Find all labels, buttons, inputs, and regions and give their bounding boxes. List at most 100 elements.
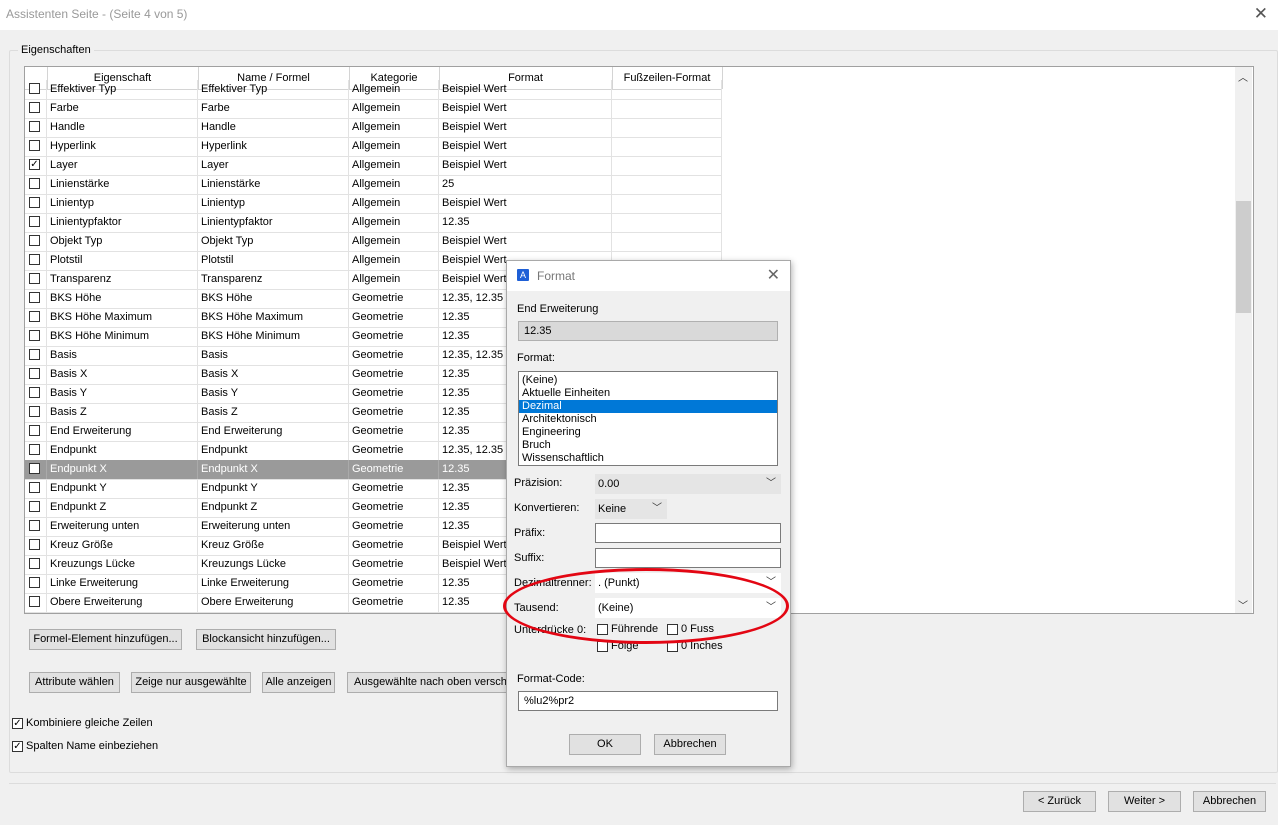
cell-fusszeilen-format[interactable] (612, 194, 722, 213)
cell-format[interactable]: Beispiel Wert (439, 118, 612, 137)
cell-eigenschaft[interactable]: Endpunkt Z (47, 498, 198, 517)
select-attributes-button[interactable]: Attribute wählen (29, 672, 120, 693)
cell-name-formel[interactable]: End Erweiterung (198, 422, 349, 441)
cell-kategorie[interactable]: Allgemein (349, 80, 439, 99)
ok-button[interactable]: OK (569, 734, 641, 755)
cell-eigenschaft[interactable]: BKS Höhe Maximum (47, 308, 198, 327)
cell-eigenschaft[interactable]: Linientypfaktor (47, 213, 198, 232)
cell-name-formel[interactable]: Linienstärke (198, 175, 349, 194)
cell-format[interactable]: 12.35 (439, 213, 612, 232)
move-selected-up-button[interactable]: Ausgewählte nach oben verschieben (347, 672, 509, 693)
cell-name-formel[interactable]: Obere Erweiterung (198, 593, 349, 612)
cell-fusszeilen-format[interactable] (612, 137, 722, 156)
cell-kategorie[interactable]: Allgemein (349, 156, 439, 175)
row-checkbox[interactable] (29, 197, 40, 208)
row-checkbox[interactable] (29, 425, 40, 436)
cell-name-formel[interactable]: Basis Z (198, 403, 349, 422)
leading-zero-checkbox[interactable] (597, 624, 608, 635)
cell-kategorie[interactable]: Geometrie (349, 327, 439, 346)
row-checkbox[interactable] (29, 539, 40, 550)
format-option[interactable]: (Keine) (519, 374, 777, 387)
dialog-close-icon[interactable]: ✕ (767, 265, 780, 285)
cell-kategorie[interactable]: Geometrie (349, 517, 439, 536)
cell-kategorie[interactable]: Allgemein (349, 99, 439, 118)
row-checkbox[interactable] (29, 444, 40, 455)
trailing-zero-checkbox[interactable] (597, 641, 608, 652)
cell-kategorie[interactable]: Geometrie (349, 422, 439, 441)
cell-name-formel[interactable]: Hyperlink (198, 137, 349, 156)
row-checkbox[interactable]: ✓ (29, 159, 40, 170)
row-checkbox[interactable] (29, 273, 40, 284)
cell-fusszeilen-format[interactable] (612, 99, 722, 118)
cell-eigenschaft[interactable]: Basis Y (47, 384, 198, 403)
cell-fusszeilen-format[interactable] (612, 232, 722, 251)
table-row[interactable]: Linientypfaktor Linientypfaktor Allgemein 1… (25, 213, 722, 233)
cell-name-formel[interactable]: Kreuzungs Lücke (198, 555, 349, 574)
row-checkbox[interactable] (29, 558, 40, 569)
cell-kategorie[interactable]: Geometrie (349, 498, 439, 517)
decimal-separator-dropdown[interactable]: . (Punkt) ﹀ (595, 573, 781, 593)
convert-dropdown[interactable]: Keine ﹀ (595, 499, 667, 519)
table-row[interactable]: Farbe Farbe Allgemein Beispiel Wert (25, 99, 722, 119)
cell-format[interactable]: Beispiel Wert (439, 80, 612, 99)
cell-name-formel[interactable]: BKS Höhe (198, 289, 349, 308)
cell-eigenschaft[interactable]: Basis X (47, 365, 198, 384)
cell-kategorie[interactable]: Allgemein (349, 137, 439, 156)
cell-name-formel[interactable]: Basis (198, 346, 349, 365)
cell-eigenschaft[interactable]: Basis (47, 346, 198, 365)
row-checkbox[interactable] (29, 178, 40, 189)
row-checkbox[interactable] (29, 482, 40, 493)
cell-kategorie[interactable]: Geometrie (349, 289, 439, 308)
format-option[interactable]: Dezimal (519, 400, 777, 413)
combine-rows-option[interactable]: ✓ Kombiniere gleiche Zeilen (12, 717, 153, 729)
cell-kategorie[interactable]: Geometrie (349, 460, 439, 479)
cell-eigenschaft[interactable]: Plotstil (47, 251, 198, 270)
format-code-input[interactable]: %lu2%pr2 (518, 691, 778, 711)
dialog-cancel-button[interactable]: Abbrechen (654, 734, 726, 755)
format-option[interactable]: Architektonisch (519, 413, 777, 426)
cell-kategorie[interactable]: Geometrie (349, 441, 439, 460)
cell-kategorie[interactable]: Geometrie (349, 308, 439, 327)
row-checkbox[interactable] (29, 83, 40, 94)
cell-name-formel[interactable]: BKS Höhe Minimum (198, 327, 349, 346)
cell-format[interactable]: Beispiel Wert (439, 156, 612, 175)
cancel-button[interactable]: Abbrechen (1193, 791, 1266, 812)
cell-eigenschaft[interactable]: Hyperlink (47, 137, 198, 156)
cell-name-formel[interactable]: Objekt Typ (198, 232, 349, 251)
cell-eigenschaft[interactable]: Erweiterung unten (47, 517, 198, 536)
cell-eigenschaft[interactable]: End Erweiterung (47, 422, 198, 441)
cell-format[interactable]: Beispiel Wert (439, 137, 612, 156)
cell-name-formel[interactable]: Endpunkt (198, 441, 349, 460)
row-checkbox[interactable] (29, 349, 40, 360)
row-checkbox[interactable] (29, 387, 40, 398)
cell-eigenschaft[interactable]: Handle (47, 118, 198, 137)
format-listbox[interactable]: (Keine) Aktuelle Einheiten Dezimal Architek… (518, 371, 778, 466)
cell-name-formel[interactable]: Transparenz (198, 270, 349, 289)
cell-eigenschaft[interactable]: Layer (47, 156, 198, 175)
cell-name-formel[interactable]: Linke Erweiterung (198, 574, 349, 593)
cell-name-formel[interactable]: Linientypfaktor (198, 213, 349, 232)
cell-fusszeilen-format[interactable] (612, 175, 722, 194)
include-column-names-option[interactable]: ✓ Spalten Name einbeziehen (12, 740, 158, 752)
cell-eigenschaft[interactable]: Endpunkt (47, 441, 198, 460)
row-checkbox[interactable] (29, 311, 40, 322)
add-block-view-button[interactable]: Blockansicht hinzufügen... (196, 629, 336, 650)
cell-name-formel[interactable]: Endpunkt Y (198, 479, 349, 498)
cell-name-formel[interactable]: Farbe (198, 99, 349, 118)
cell-name-formel[interactable]: Basis X (198, 365, 349, 384)
row-checkbox[interactable] (29, 330, 40, 341)
cell-eigenschaft[interactable]: BKS Höhe (47, 289, 198, 308)
cell-fusszeilen-format[interactable] (612, 118, 722, 137)
cell-format[interactable]: Beispiel Wert (439, 194, 612, 213)
cell-kategorie[interactable]: Allgemein (349, 270, 439, 289)
close-icon[interactable]: ✕ (1254, 4, 1268, 24)
add-formula-element-button[interactable]: Formel-Element hinzufügen... (29, 629, 182, 650)
cell-kategorie[interactable]: Allgemein (349, 213, 439, 232)
cell-name-formel[interactable]: Kreuz Größe (198, 536, 349, 555)
cell-kategorie[interactable]: Geometrie (349, 555, 439, 574)
cell-kategorie[interactable]: Allgemein (349, 118, 439, 137)
table-row[interactable]: Hyperlink Hyperlink Allgemein Beispiel Wert (25, 137, 722, 157)
row-checkbox[interactable] (29, 216, 40, 227)
row-checkbox[interactable] (29, 463, 40, 474)
back-button[interactable]: < Zurück (1023, 791, 1096, 812)
